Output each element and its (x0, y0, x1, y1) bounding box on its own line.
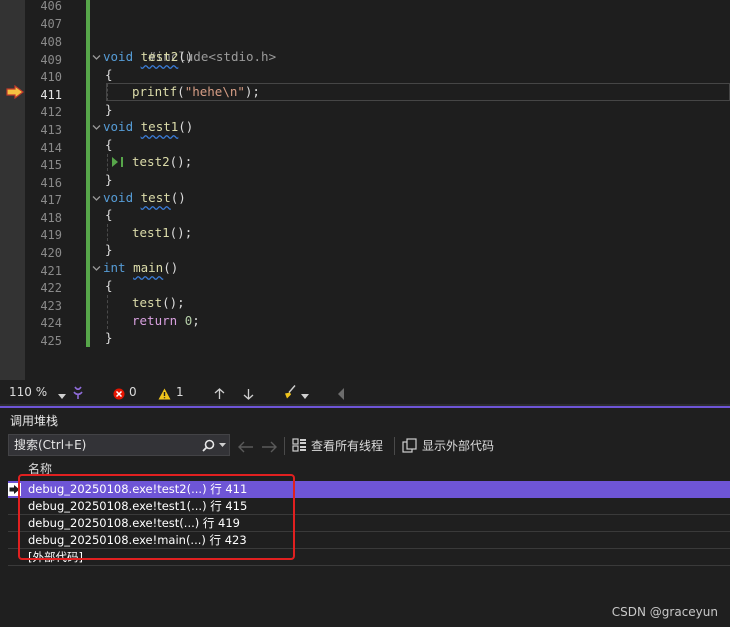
arrow-up-icon[interactable] (214, 386, 225, 402)
code-line: { (105, 207, 113, 222)
error-icon[interactable] (113, 386, 125, 402)
line-number: 406 (40, 0, 62, 13)
code-line: } (105, 242, 113, 257)
code-line: { (105, 67, 113, 82)
code-line: } (105, 172, 113, 187)
collapse-icon[interactable] (92, 123, 101, 132)
line-number: 417 (40, 193, 62, 207)
collapse-icon[interactable] (92, 194, 101, 203)
code-line: int main() (103, 260, 179, 275)
code-line: } (105, 102, 113, 117)
code-cleanup-icon[interactable] (283, 384, 297, 400)
line-number: 420 (40, 246, 62, 260)
code-line: } (105, 330, 113, 345)
run-to-line-icon[interactable] (111, 156, 125, 168)
change-tracking-bar (86, 0, 90, 347)
code-line: test2(); (132, 154, 193, 169)
toolbar-separator (284, 437, 285, 455)
search-dropdown-icon[interactable] (219, 443, 226, 448)
search-box[interactable] (8, 434, 230, 456)
warning-count[interactable]: 1 (176, 384, 184, 400)
collapse-icon[interactable] (92, 53, 101, 62)
arrow-down-icon[interactable] (243, 386, 254, 402)
code-line: void test1() (103, 119, 194, 134)
code-line: return 0; (132, 313, 200, 328)
line-number: 413 (40, 123, 62, 137)
intellicode-icon[interactable] (72, 385, 84, 401)
code-line: #include<stdio.h> (148, 49, 277, 64)
line-number: 423 (40, 299, 62, 313)
scroll-left-icon[interactable] (337, 386, 345, 402)
cleanup-dropdown-icon[interactable] (301, 389, 309, 405)
toolbar-separator (394, 437, 395, 455)
line-number-gutter: 406 407 408 409 410 411 412 413 414 415 … (26, 0, 62, 380)
search-icon[interactable] (202, 439, 215, 452)
external-code-icon[interactable] (402, 438, 417, 453)
show-external-code-button[interactable]: 显示外部代码 (422, 437, 494, 455)
line-number: 410 (40, 70, 62, 84)
collapse-icon[interactable] (92, 264, 101, 273)
line-number: 419 (40, 228, 62, 242)
annotation-highlight-box (18, 474, 295, 560)
search-input[interactable] (14, 437, 194, 453)
code-area[interactable]: #include<stdio.h> void test2() { printf(… (92, 0, 730, 380)
zoom-dropdown-icon[interactable] (58, 389, 66, 405)
indent-guide (107, 295, 109, 329)
line-number: 418 (40, 211, 62, 225)
code-line-current: printf("hehe\n"); (132, 84, 260, 99)
back-arrow-icon[interactable] (238, 441, 254, 453)
line-number: 409 (40, 53, 62, 67)
code-line: test1(); (132, 225, 193, 240)
line-number: 407 (40, 17, 62, 31)
code-line: void test2() (103, 49, 194, 64)
watermark: CSDN @graceyun (611, 605, 718, 619)
indent-guide (107, 224, 109, 241)
line-number: 421 (40, 264, 62, 278)
line-number: 415 (40, 158, 62, 172)
line-number: 416 (40, 176, 62, 190)
line-number: 412 (40, 105, 62, 119)
line-number-current: 411 (40, 88, 62, 102)
line-number: 408 (40, 35, 62, 49)
error-count[interactable]: 0 (129, 384, 137, 400)
code-line: { (105, 278, 113, 293)
zoom-level[interactable]: 110 % (9, 384, 47, 400)
code-line: void test() (103, 190, 186, 205)
panel-title[interactable]: 调用堆栈 (10, 412, 58, 429)
indent-guide (107, 84, 109, 101)
line-number: 424 (40, 316, 62, 330)
line-number: 422 (40, 281, 62, 295)
current-statement-arrow-icon (6, 85, 24, 99)
line-number: 414 (40, 141, 62, 155)
line-number: 425 (40, 334, 62, 348)
threads-icon[interactable] (292, 438, 307, 453)
view-all-threads-button[interactable]: 查看所有线程 (311, 437, 383, 455)
call-stack-toolbar: 查看所有线程 显示外部代码 (0, 434, 730, 460)
editor-status-bar: 110 % 0 1 (0, 380, 730, 404)
code-line: test(); (132, 295, 185, 310)
warning-icon[interactable] (158, 386, 171, 402)
glyph-margin[interactable] (0, 0, 25, 380)
forward-arrow-icon[interactable] (261, 441, 277, 453)
code-editor[interactable]: 406 407 408 409 410 411 412 413 414 415 … (0, 0, 730, 380)
indent-guide (107, 154, 109, 171)
code-line: { (105, 137, 113, 152)
